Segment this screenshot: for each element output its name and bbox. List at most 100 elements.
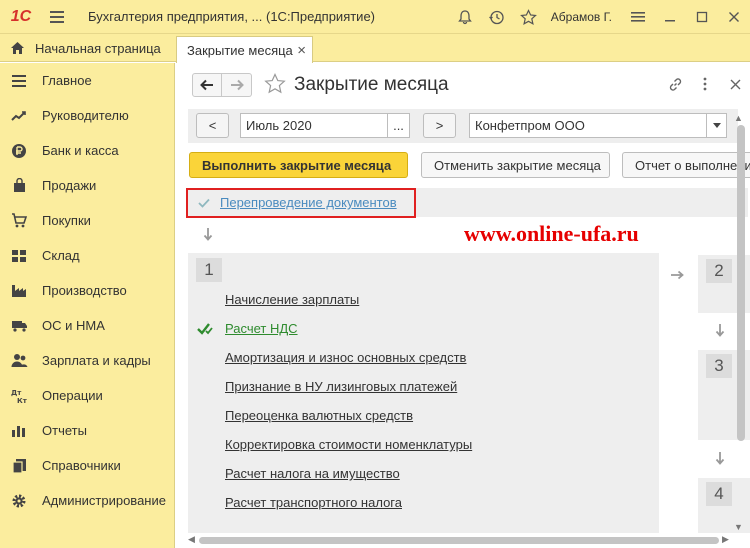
people-icon xyxy=(10,353,28,369)
maximize-icon[interactable] xyxy=(686,0,718,34)
arrow-right-icon xyxy=(670,267,684,283)
sidebar-item-admin[interactable]: Администрирование xyxy=(0,483,174,518)
bell-icon[interactable] xyxy=(449,0,481,34)
sidebar-item-label: Склад xyxy=(42,248,80,263)
trend-icon xyxy=(10,108,28,124)
done-check-icon xyxy=(197,322,213,338)
arrow-left-icon xyxy=(200,79,213,91)
home-icon xyxy=(11,42,24,54)
organization-field[interactable]: Конфетпром ООО xyxy=(469,113,727,138)
arrow-down-icon xyxy=(715,451,725,468)
tab-month-closing[interactable]: Закрытие месяца × xyxy=(176,36,313,63)
execution-report-button[interactable]: Отчет о выполнении xyxy=(622,152,750,178)
bag-icon xyxy=(10,178,28,194)
title-bar: 1С Бухгалтерия предприятия, ... (1С:Пред… xyxy=(0,0,750,34)
more-menu-icon[interactable] xyxy=(690,73,720,95)
svg-text:Кт: Кт xyxy=(17,397,27,404)
factory-icon xyxy=(10,283,28,299)
sidebar-item-label: Зарплата и кадры xyxy=(42,353,151,368)
step-number: 4 xyxy=(706,482,732,506)
tab-month-closing-label: Закрытие месяца xyxy=(187,42,293,58)
task-link[interactable]: Расчет транспортного налога xyxy=(225,495,402,510)
next-period-button[interactable]: > xyxy=(423,113,456,138)
sidebar-item-manager[interactable]: Руководителю xyxy=(0,98,174,133)
arrow-right-icon xyxy=(230,79,244,91)
step-number: 2 xyxy=(706,259,732,283)
sidebar-item-warehouse[interactable]: Склад xyxy=(0,238,174,273)
gear-icon xyxy=(10,493,28,509)
sidebar-item-reports[interactable]: Отчеты xyxy=(0,413,174,448)
main-form: Закрытие месяца < Июль 2020 ... > Конфет… xyxy=(176,63,750,548)
app-logo: 1С xyxy=(10,7,32,25)
sidebar-item-main[interactable]: Главное xyxy=(0,63,174,98)
sidebar-item-salary[interactable]: Зарплата и кадры xyxy=(0,343,174,378)
sidebar-item-sales[interactable]: Продажи xyxy=(0,168,174,203)
sidebar-item-bank[interactable]: Банк и касса xyxy=(0,133,174,168)
sidebar-item-label: Операции xyxy=(42,388,103,403)
sidebar-item-label: Производство xyxy=(42,283,127,298)
chevron-down-icon[interactable] xyxy=(706,114,726,137)
menu-icon[interactable] xyxy=(42,10,72,23)
step-number: 3 xyxy=(706,354,732,378)
task-link[interactable]: Начисление зарплаты xyxy=(225,292,359,307)
task-link[interactable]: Расчет НДС xyxy=(225,321,298,336)
sidebar-item-fixed-assets[interactable]: ОС и НМА xyxy=(0,308,174,343)
cancel-month-closing-button[interactable]: Отменить закрытие месяца xyxy=(421,152,610,178)
settings-menu-icon[interactable] xyxy=(622,0,654,34)
cart-icon xyxy=(10,213,28,229)
sidebar-item-production[interactable]: Производство xyxy=(0,273,174,308)
step-number: 1 xyxy=(196,258,222,282)
forward-button[interactable] xyxy=(222,73,252,97)
coin-icon xyxy=(10,143,28,159)
task-link[interactable]: Признание в НУ лизинговых платежей xyxy=(225,379,457,394)
period-value: Июль 2020 xyxy=(246,118,312,133)
sidebar-item-label: Покупки xyxy=(42,213,91,228)
sidebar-item-label: Справочники xyxy=(42,458,121,473)
step-1-panel: 1 Начисление зарплаты Расчет НДС Амортиз… xyxy=(188,253,659,533)
organization-value: Конфетпром ООО xyxy=(475,118,585,133)
sidebar-item-label: ОС и НМА xyxy=(42,318,105,333)
scroll-down-icon[interactable]: ▼ xyxy=(734,522,743,532)
list-icon xyxy=(10,73,28,89)
back-button[interactable] xyxy=(192,73,222,97)
arrow-down-icon xyxy=(715,323,725,340)
task-link[interactable]: Амортизация и износ основных средств xyxy=(225,350,466,365)
user-name[interactable]: Абрамов Г. xyxy=(551,10,612,24)
tab-home[interactable]: Начальная страница xyxy=(0,34,172,62)
scroll-right-icon[interactable]: ▶ xyxy=(722,534,729,545)
sidebar-item-label: Главное xyxy=(42,73,92,88)
link-icon[interactable] xyxy=(660,73,690,95)
form-close-icon[interactable] xyxy=(720,73,750,95)
sidebar-item-purchases[interactable]: Покупки xyxy=(0,203,174,238)
app-title: Бухгалтерия предприятия, ... (1С:Предпри… xyxy=(88,9,376,24)
sidebar-item-label: Отчеты xyxy=(42,423,87,438)
dt-kt-icon: Дт Кт xyxy=(10,388,28,404)
task-link[interactable]: Расчет налога на имущество xyxy=(225,466,400,481)
page-title: Закрытие месяца xyxy=(294,74,449,95)
favorites-star-icon[interactable] xyxy=(513,0,545,34)
books-icon xyxy=(10,458,28,474)
prev-period-button[interactable]: < xyxy=(196,113,229,138)
task-link[interactable]: Переоценка валютных средств xyxy=(225,408,413,423)
watermark-text: www.online-ufa.ru xyxy=(464,221,639,246)
sidebar-item-operations[interactable]: Дт Кт Операции xyxy=(0,378,174,413)
horizontal-scrollbar[interactable] xyxy=(199,537,719,544)
tab-bar: Начальная страница Закрытие месяца × xyxy=(0,34,750,63)
history-icon[interactable] xyxy=(481,0,513,34)
minimize-icon[interactable] xyxy=(654,0,686,34)
scroll-left-icon[interactable]: ◀ xyxy=(188,534,195,545)
highlight-frame xyxy=(186,188,416,218)
period-select-button[interactable]: ... xyxy=(387,114,409,137)
scroll-up-icon[interactable]: ▲ xyxy=(734,113,743,123)
warehouse-icon xyxy=(10,248,28,264)
task-link[interactable]: Корректировка стоимости номенклатуры xyxy=(225,437,472,452)
sidebar-item-catalogs[interactable]: Справочники xyxy=(0,448,174,483)
truck-icon xyxy=(10,318,28,334)
close-icon[interactable] xyxy=(718,0,750,34)
vertical-scrollbar[interactable] xyxy=(737,125,745,441)
tab-close-icon[interactable]: × xyxy=(297,42,306,59)
period-selector: < Июль 2020 ... > Конфетпром ООО xyxy=(188,109,738,143)
run-month-closing-button[interactable]: Выполнить закрытие месяца xyxy=(189,152,408,178)
period-field[interactable]: Июль 2020 ... xyxy=(240,113,410,138)
favorite-star-icon[interactable] xyxy=(264,73,286,97)
